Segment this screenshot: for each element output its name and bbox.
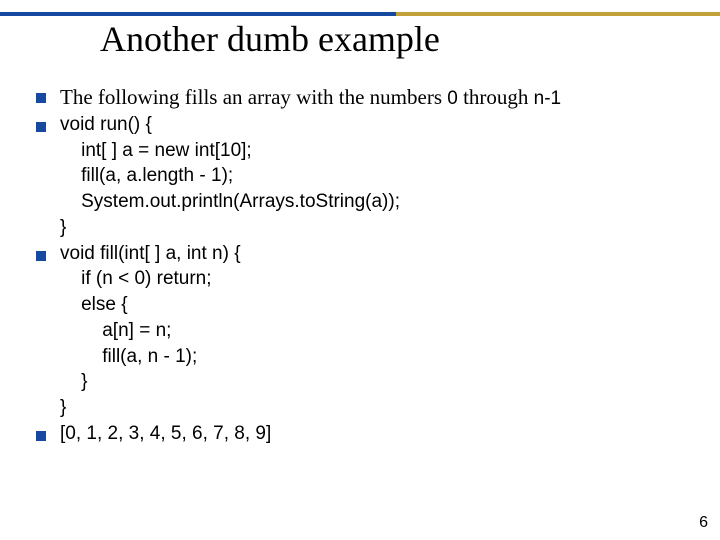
page-number: 6 <box>699 514 708 532</box>
code-row: } <box>36 216 696 240</box>
code-line: } <box>60 396 696 420</box>
square-bullet-icon <box>36 251 46 261</box>
code-line: void fill(int[ ] a, int n) { <box>60 242 696 266</box>
code-line: System.out.println(Arrays.toString(a)); <box>60 190 696 214</box>
square-bullet-icon <box>36 93 46 103</box>
code-line: if (n < 0) return; <box>60 267 696 291</box>
code-row: } <box>36 396 696 420</box>
code-row: if (n < 0) return; <box>36 267 696 291</box>
square-bullet-icon <box>36 431 46 441</box>
code-row: System.out.println(Arrays.toString(a)); <box>36 190 696 214</box>
code-line: } <box>60 370 696 394</box>
slide-body: The following fills an array with the nu… <box>36 84 696 448</box>
code-row: else { <box>36 293 696 317</box>
code-line: int[ ] a = new int[10]; <box>60 139 696 163</box>
intro-code-zero: 0 <box>447 88 458 109</box>
code-row: a[n] = n; <box>36 319 696 343</box>
code-row: fill(a, a.length - 1); <box>36 164 696 188</box>
header-stripe <box>0 12 720 16</box>
code-line: a[n] = n; <box>60 319 696 343</box>
output-line: [0, 1, 2, 3, 4, 5, 6, 7, 8, 9] <box>60 422 696 446</box>
intro-code-n1: n-1 <box>534 88 561 109</box>
bullet-row-intro: The following fills an array with the nu… <box>36 84 696 111</box>
slide-title: Another dumb example <box>100 18 440 60</box>
code-line: fill(a, n - 1); <box>60 345 696 369</box>
bullet-row-fill: void fill(int[ ] a, int n) { <box>36 242 696 266</box>
intro-mid: through <box>458 85 534 109</box>
code-line: } <box>60 216 696 240</box>
bullet-row-output: [0, 1, 2, 3, 4, 5, 6, 7, 8, 9] <box>36 422 696 446</box>
code-row: fill(a, n - 1); <box>36 345 696 369</box>
square-bullet-icon <box>36 122 46 132</box>
code-line: else { <box>60 293 696 317</box>
code-line: fill(a, a.length - 1); <box>60 164 696 188</box>
code-row: } <box>36 370 696 394</box>
intro-prefix: The following fills an array with the nu… <box>60 85 447 109</box>
code-row: int[ ] a = new int[10]; <box>36 139 696 163</box>
bullet-row-run: void run() { <box>36 113 696 137</box>
intro-text: The following fills an array with the nu… <box>60 84 696 111</box>
code-line: void run() { <box>60 113 696 137</box>
